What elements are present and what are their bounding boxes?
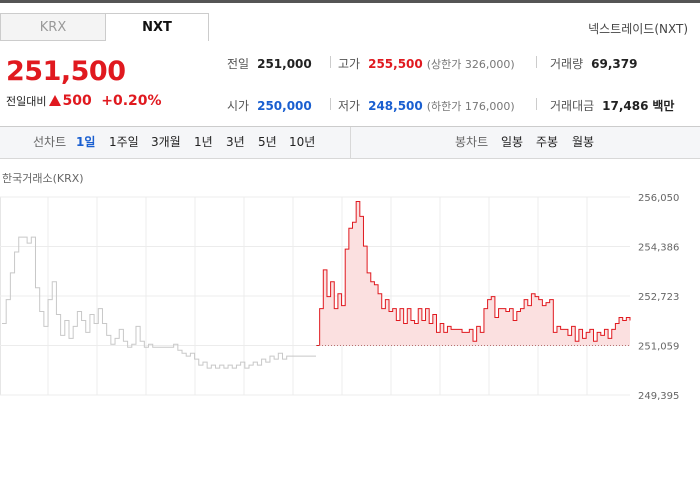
bar-divider bbox=[350, 127, 351, 158]
period-1y[interactable]: 1년 bbox=[194, 127, 213, 158]
stat-label: 거래량 bbox=[550, 57, 584, 71]
period-1w[interactable]: 1주일 bbox=[109, 127, 139, 158]
y-tick-label: 254,386 bbox=[638, 243, 679, 254]
divider bbox=[330, 56, 331, 68]
divider bbox=[536, 98, 537, 110]
upper-limit: (상한가 326,000) bbox=[426, 58, 515, 71]
tab-nxt[interactable]: NXT bbox=[105, 13, 209, 41]
candle-monthly[interactable]: 월봉 bbox=[572, 127, 594, 158]
tab-underline bbox=[0, 40, 105, 41]
price-change: 전일대비 500 +0.20% bbox=[6, 93, 162, 109]
period-selector: 선차트 1일 1주일 3개월 1년 3년 5년 10년 봉차트 일봉 주봉 월봉 bbox=[0, 127, 700, 159]
price-stats: 전일 251,000 고가 255,500 (상한가 326,000) 거래량 69,3… bbox=[210, 44, 700, 126]
stat-volume: 거래량 69,379 bbox=[550, 55, 637, 72]
current-price: 251,500 bbox=[6, 56, 126, 87]
top-border bbox=[0, 0, 700, 3]
market-tabs: KRX NXT bbox=[0, 13, 210, 41]
period-3y[interactable]: 3년 bbox=[226, 127, 245, 158]
stat-label: 거래대금 bbox=[550, 99, 595, 113]
stat-value: 255,500 bbox=[368, 57, 423, 71]
stat-value: 69,379 bbox=[591, 57, 638, 71]
tab-krx[interactable]: KRX bbox=[0, 13, 105, 41]
pre-session-line bbox=[2, 236, 316, 369]
period-1d[interactable]: 1일 bbox=[76, 127, 95, 158]
stat-unit: 백만 bbox=[652, 99, 675, 113]
divider bbox=[330, 98, 331, 110]
stat-high: 고가 255,500 (상한가 326,000) bbox=[338, 55, 515, 72]
y-tick-label: 249,395 bbox=[638, 391, 679, 400]
change-label: 전일대비 bbox=[6, 95, 47, 108]
period-10y[interactable]: 10년 bbox=[289, 127, 315, 158]
divider bbox=[536, 56, 537, 68]
stat-value: 250,000 bbox=[257, 99, 312, 113]
chart-source-label: 한국거래소(KRX) bbox=[2, 172, 84, 185]
y-tick-label: 256,050 bbox=[638, 193, 679, 204]
lower-limit: (하한가 176,000) bbox=[426, 100, 515, 113]
stat-value: 248,500 bbox=[368, 99, 423, 113]
y-tick-label: 252,723 bbox=[638, 292, 679, 303]
line-chart-label: 선차트 bbox=[33, 135, 67, 149]
stat-value: 251,000 bbox=[257, 57, 312, 71]
period-3m[interactable]: 3개월 bbox=[151, 127, 181, 158]
stat-low: 저가 248,500 (하한가 176,000) bbox=[338, 97, 515, 114]
stat-value: 17,486 bbox=[602, 99, 649, 113]
y-tick-label: 251,059 bbox=[638, 341, 679, 352]
venue-label: 넥스트레이드(NXT) bbox=[588, 22, 688, 36]
candle-daily[interactable]: 일봉 bbox=[501, 127, 523, 158]
period-5y[interactable]: 5년 bbox=[258, 127, 277, 158]
change-percent: +0.20% bbox=[101, 93, 162, 109]
stat-label: 고가 bbox=[338, 57, 361, 71]
stat-prev-close: 전일 251,000 bbox=[227, 55, 312, 72]
candle-weekly[interactable]: 주봉 bbox=[536, 127, 558, 158]
stat-label: 전일 bbox=[227, 57, 250, 71]
stat-label: 시가 bbox=[227, 99, 250, 113]
candle-chart-label: 봉차트 bbox=[455, 135, 489, 149]
up-arrow-icon bbox=[49, 95, 62, 106]
stat-amount: 거래대금 17,486 백만 bbox=[550, 97, 674, 114]
stat-open: 시가 250,000 bbox=[227, 97, 312, 114]
intraday-price-chart[interactable]: 256,050 254,386 252,723 251,059 249,395 bbox=[0, 185, 700, 400]
stat-label: 저가 bbox=[338, 99, 361, 113]
change-value: 500 bbox=[62, 93, 92, 109]
